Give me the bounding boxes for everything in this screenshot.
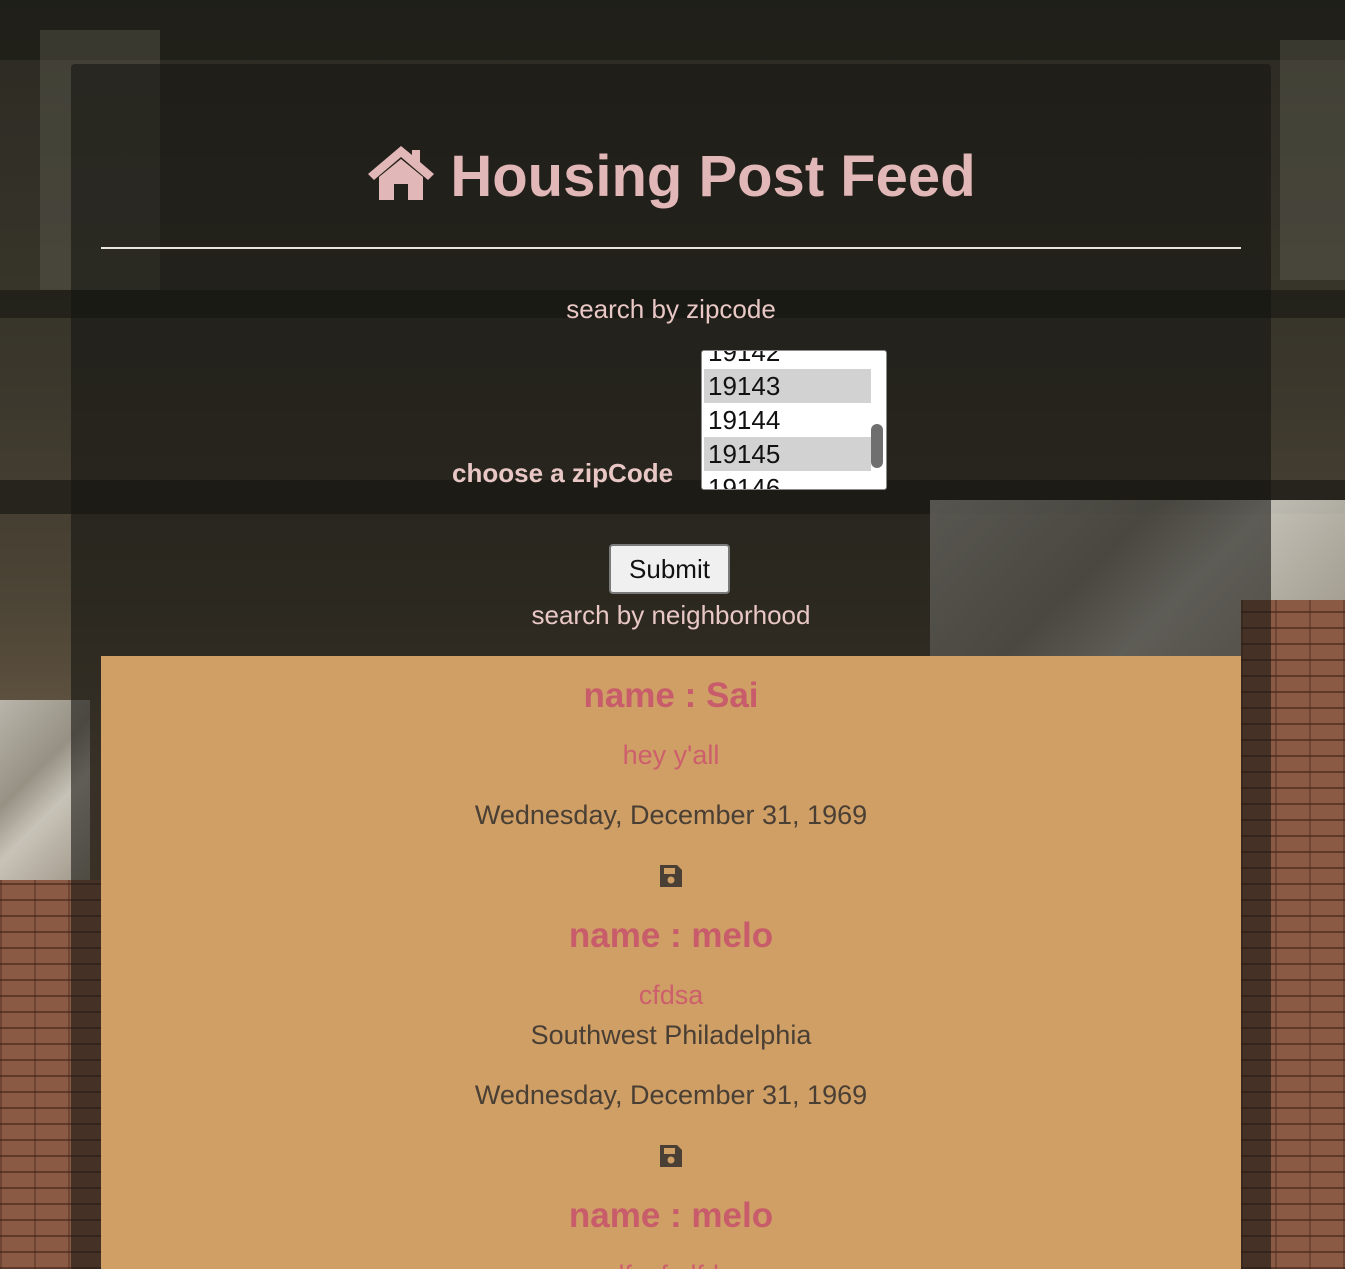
submit-button[interactable]: Submit	[609, 544, 730, 594]
post-feed: name : Sai hey y'all Wednesday, December…	[101, 656, 1241, 1269]
post-date: Wednesday, December 31, 1969	[474, 1080, 868, 1110]
title-divider	[101, 247, 1241, 249]
post-author: name : melo	[568, 916, 774, 955]
home-icon	[368, 146, 435, 200]
page-title-text: Housing Post Feed	[450, 144, 976, 209]
page-title: Housing Post Feed	[71, 140, 1271, 214]
floppy-disk-icon[interactable]	[658, 1143, 684, 1169]
post-author: name : Sai	[583, 676, 759, 715]
post-neighborhood: Southwest Philadelphia	[530, 1020, 812, 1050]
zip-option-19146[interactable]: 19146	[704, 471, 871, 489]
zip-option-19145[interactable]: 19145	[704, 437, 871, 471]
neighborhood-search-heading: search by neighborhood	[531, 600, 811, 630]
post-date: Wednesday, December 31, 1969	[474, 800, 868, 830]
post-body: dfsafsdfds	[101, 1260, 1241, 1269]
zip-search-heading: search by zipcode	[566, 294, 776, 324]
post-body: cfdsa	[638, 980, 704, 1010]
zip-option-19144[interactable]: 19144	[704, 403, 871, 437]
zip-option-19143[interactable]: 19143	[704, 369, 871, 403]
zip-select-label: choose a zipCode	[452, 458, 674, 488]
zip-option-19142[interactable]: 19142	[704, 351, 871, 369]
zip-select[interactable]: 19142 19143 19144 19145 19146	[701, 350, 887, 490]
floppy-disk-icon[interactable]	[658, 863, 684, 889]
post-body: hey y'all	[622, 740, 720, 770]
zip-select-scrollbar[interactable]	[871, 424, 883, 468]
post-author: name : melo	[568, 1196, 774, 1235]
